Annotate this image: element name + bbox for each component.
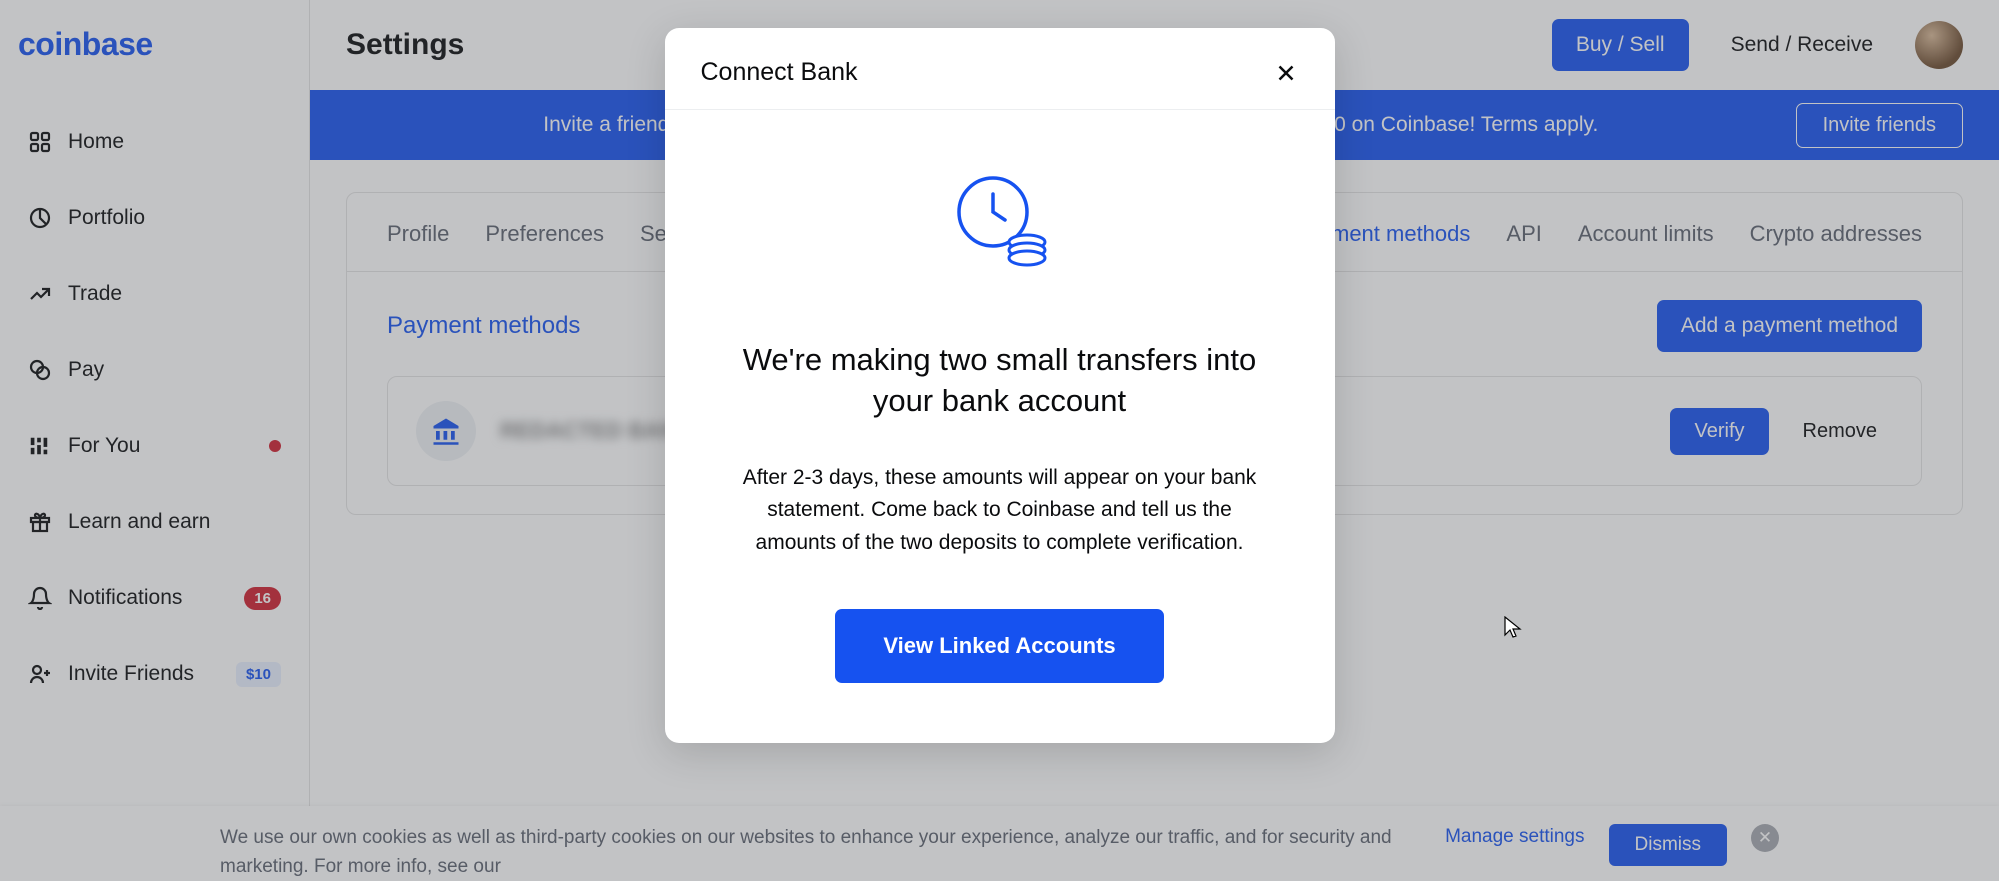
modal-header: Connect Bank: [665, 28, 1335, 110]
close-icon: [1273, 60, 1299, 86]
modal-title: Connect Bank: [701, 58, 858, 87]
modal-body: We're making two small transfers into yo…: [665, 110, 1335, 683]
modal-description: After 2-3 days, these amounts will appea…: [739, 462, 1261, 560]
modal-close-button[interactable]: [1273, 60, 1299, 86]
view-linked-accounts-button[interactable]: View Linked Accounts: [835, 609, 1163, 683]
clock-coins-icon: [739, 170, 1261, 270]
connect-bank-modal: Connect Bank We're making two small tran…: [665, 28, 1335, 743]
modal-heading: We're making two small transfers into yo…: [739, 340, 1261, 422]
